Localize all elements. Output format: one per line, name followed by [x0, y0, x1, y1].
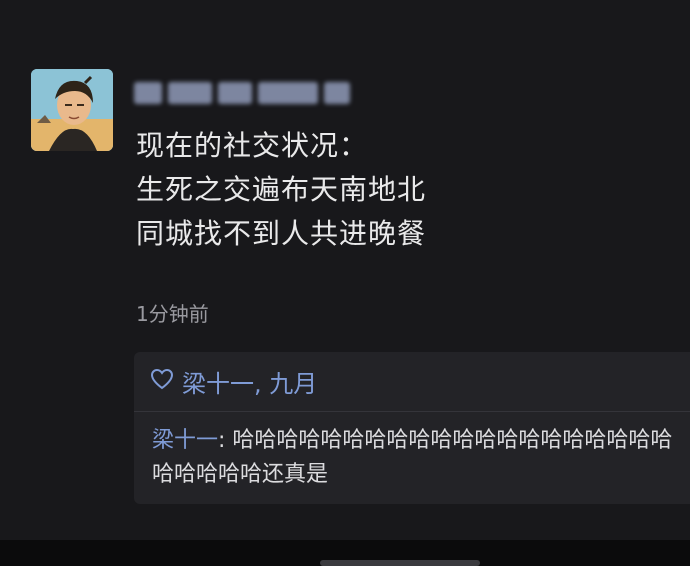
post-content-line: 现在的社交状况：	[136, 129, 369, 162]
post-content: 现在的社交状况： 生死之交遍布天南地北 同城找不到人共进晚餐	[136, 124, 426, 256]
home-indicator[interactable]	[320, 560, 480, 566]
blurred-name-segment	[218, 82, 252, 104]
likes-names[interactable]: 梁十一, 九月	[182, 364, 317, 399]
post-content-line: 生死之交遍布天南地北	[136, 173, 427, 206]
username-blurred[interactable]	[134, 78, 350, 108]
comment-author[interactable]: 梁十一	[152, 428, 218, 453]
post-content-line: 同城找不到人共进晚餐	[136, 217, 427, 250]
likes-row[interactable]: 梁十一, 九月	[150, 364, 317, 399]
avatar-image	[31, 69, 113, 151]
comment-separator: :	[218, 428, 233, 453]
blurred-name-segment	[258, 82, 318, 104]
bottom-bar	[0, 540, 690, 566]
heart-outline-icon	[150, 368, 174, 396]
post-timestamp: 1分钟前	[136, 302, 209, 326]
blurred-name-segment	[134, 82, 162, 104]
blurred-name-segment	[324, 82, 350, 104]
blurred-name-segment	[168, 82, 212, 104]
divider	[134, 411, 690, 412]
comment-item[interactable]: 梁十一: 哈哈哈哈哈哈哈哈哈哈哈哈哈哈哈哈哈哈哈哈哈哈哈哈哈还真是	[152, 424, 690, 492]
interaction-panel: 梁十一, 九月 梁十一: 哈哈哈哈哈哈哈哈哈哈哈哈哈哈哈哈哈哈哈哈哈哈哈哈哈还真…	[134, 352, 690, 504]
user-avatar[interactable]	[31, 69, 113, 151]
moments-post: 现在的社交状况： 生死之交遍布天南地北 同城找不到人共进晚餐 1分钟前 梁十一,…	[0, 0, 690, 540]
